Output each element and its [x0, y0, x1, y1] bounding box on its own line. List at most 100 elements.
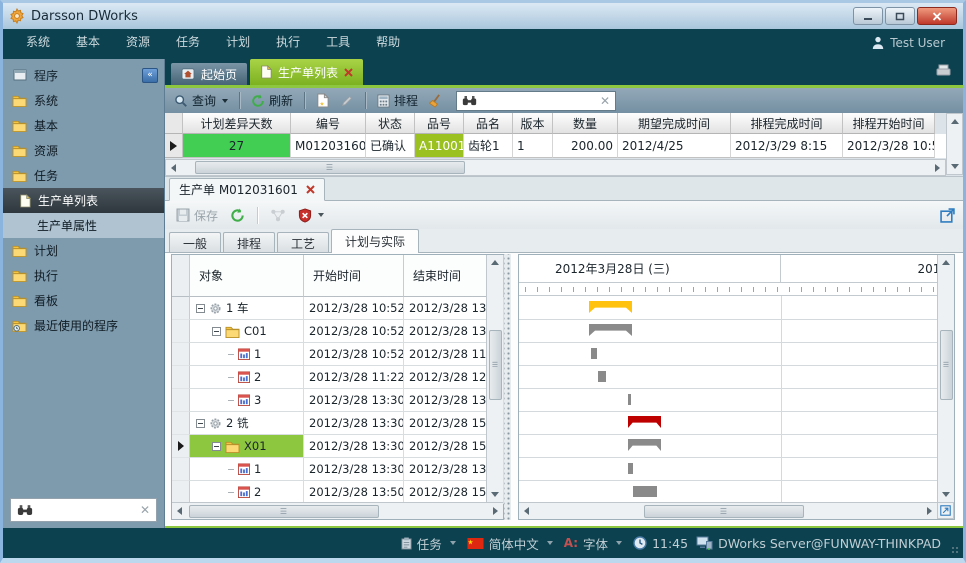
gantt-hscrollbar[interactable]: ☰	[519, 502, 937, 519]
tree-start-cell[interactable]: 2012/3/28 13:30	[304, 389, 404, 412]
sidebar-item-生产单属性[interactable]: 生产单属性	[3, 213, 164, 238]
gantt-bar-task[interactable]	[628, 463, 633, 474]
grid-cell[interactable]: 200.00	[553, 134, 618, 158]
tree-row[interactable]: 22012/3/28 11:222012/3/28 12:00	[172, 366, 486, 389]
toolbar-search-clear-icon[interactable]: ✕	[600, 95, 610, 107]
gantt-vscrollbar[interactable]: ☰	[937, 255, 954, 502]
tree-vscrollbar[interactable]: ☰	[486, 255, 503, 502]
sidebar-item-看板[interactable]: 看板	[3, 288, 164, 313]
column-header-编号[interactable]: 编号	[291, 113, 366, 134]
gantt-bar-task[interactable]	[633, 486, 657, 497]
tree-row[interactable]: C012012/3/28 10:522012/3/28 13:40	[172, 320, 486, 343]
subtab-排程[interactable]: 排程	[223, 232, 275, 253]
grid-cell[interactable]: 27	[183, 134, 291, 158]
tree-object-cell[interactable]: 1	[190, 343, 304, 366]
printer-icon[interactable]	[935, 64, 953, 78]
tree-object-cell[interactable]: 3	[190, 389, 304, 412]
tree-start-cell[interactable]: 2012/3/28 11:22	[304, 366, 404, 389]
tree-column-header-开始时间[interactable]: 开始时间	[304, 255, 404, 297]
gantt-bar-summary[interactable]	[628, 439, 661, 451]
tree-object-cell[interactable]: 1 车	[190, 297, 304, 320]
broom-icon[interactable]	[426, 90, 447, 111]
gantt-bar-summary[interactable]	[628, 416, 661, 428]
collapse-expander-icon[interactable]	[212, 442, 221, 451]
tree-start-cell[interactable]: 2012/3/28 10:52	[304, 343, 404, 366]
gantt-bar-summary[interactable]	[589, 324, 632, 336]
subtab-计划与实际[interactable]: 计划与实际	[331, 229, 419, 253]
column-header-品名[interactable]: 品名	[464, 113, 513, 134]
menu-item-工具[interactable]: 工具	[313, 29, 363, 56]
menu-item-基本[interactable]: 基本	[63, 29, 113, 56]
tab-close-icon[interactable]	[344, 68, 353, 77]
open-external-icon[interactable]	[940, 208, 955, 223]
tree-object-cell[interactable]: 2 铣	[190, 412, 304, 435]
tree-row[interactable]: X012012/3/28 13:302012/3/28 15:40	[172, 435, 486, 458]
column-header-排程开始时间[interactable]: 排程开始时间	[843, 113, 935, 134]
orders-grid-vscrollbar[interactable]	[946, 113, 963, 175]
grid-cell[interactable]: 已确认	[366, 134, 415, 158]
tree-object-cell[interactable]: 2	[190, 481, 304, 504]
tree-object-cell[interactable]: C01	[190, 320, 304, 343]
menu-item-帮助[interactable]: 帮助	[363, 29, 413, 56]
grid-cell[interactable]: 2012/3/29 8:15	[731, 134, 843, 158]
grid-cell[interactable]: 2012/3/28 10:52	[843, 134, 935, 158]
tree-hscrollbar[interactable]: ☰	[172, 502, 503, 519]
grid-cell[interactable]: 1	[513, 134, 553, 158]
tree-start-cell[interactable]: 2012/3/28 10:52	[304, 297, 404, 320]
split-handle[interactable]	[504, 254, 511, 520]
tree-row[interactable]: 32012/3/28 13:302012/3/28 13:40	[172, 389, 486, 412]
maximize-button[interactable]	[885, 7, 915, 25]
new-document-icon[interactable]	[313, 90, 332, 111]
grid-cell[interactable]: A11001	[415, 134, 464, 158]
tree-row[interactable]: 12012/3/28 10:522012/3/28 11:22	[172, 343, 486, 366]
sidebar-collapse-button[interactable]: «	[142, 68, 158, 83]
sidebar-item-计划[interactable]: 计划	[3, 238, 164, 263]
gantt-bar-task[interactable]	[598, 371, 606, 382]
tab-home[interactable]: 起始页	[171, 63, 247, 85]
routing-nodes-icon[interactable]	[267, 205, 289, 226]
sidebar-item-系统[interactable]: 系统	[3, 88, 164, 113]
gantt-popout-icon[interactable]	[937, 502, 954, 519]
subtab-一般[interactable]: 一般	[169, 232, 221, 253]
tree-start-cell[interactable]: 2012/3/28 13:30	[304, 458, 404, 481]
grid-cell[interactable]: 齿轮1	[464, 134, 513, 158]
column-header-期望完成时间[interactable]: 期望完成时间	[618, 113, 731, 134]
gantt-bar-task[interactable]	[591, 348, 597, 359]
sidebar-item-执行[interactable]: 执行	[3, 263, 164, 288]
grid-cell[interactable]: M012031601	[291, 134, 366, 158]
collapse-expander-icon[interactable]	[196, 419, 205, 428]
column-header-数量[interactable]: 数量	[553, 113, 618, 134]
detail-tab-order[interactable]: 生产单 M012031601	[169, 178, 325, 201]
orders-grid-row[interactable]: 27M012031601已确认A11001齿轮11200.002012/4/25…	[165, 134, 946, 158]
tree-start-cell[interactable]: 2012/3/28 10:52	[304, 320, 404, 343]
resize-grip[interactable]	[951, 546, 959, 554]
sidebar-item-基本[interactable]: 基本	[3, 113, 164, 138]
column-header-排程完成时间[interactable]: 排程完成时间	[731, 113, 843, 134]
sidebar-item-生产单列表[interactable]: 生产单列表	[3, 188, 164, 213]
toolbar-search-input[interactable]	[482, 93, 595, 109]
tree-start-cell[interactable]: 2012/3/28 13:30	[304, 435, 404, 458]
tree-object-cell[interactable]: 1	[190, 458, 304, 481]
detail-tab-close-icon[interactable]	[306, 185, 315, 194]
sidebar-item-资源[interactable]: 资源	[3, 138, 164, 163]
schedule-button[interactable]: 排程	[374, 90, 421, 111]
edit-pencil-icon[interactable]	[337, 90, 357, 111]
status-font-menu[interactable]: A: 字体	[564, 534, 625, 553]
column-header-状态[interactable]: 状态	[366, 113, 415, 134]
tree-column-header-对象[interactable]: 对象	[190, 255, 304, 297]
tree-object-cell[interactable]: X01	[190, 435, 304, 458]
grid-cell[interactable]: 2012/4/25	[618, 134, 731, 158]
column-header-品号[interactable]: 品号	[415, 113, 464, 134]
menu-item-执行[interactable]: 执行	[263, 29, 313, 56]
sidebar-item-任务[interactable]: 任务	[3, 163, 164, 188]
tree-row[interactable]: 2 铣2012/3/28 13:302012/3/28 15:40	[172, 412, 486, 435]
subtab-工艺[interactable]: 工艺	[277, 232, 329, 253]
close-button[interactable]	[917, 7, 957, 25]
sidebar-item-最近使用的程序[interactable]: 最近使用的程序	[3, 313, 164, 338]
tree-row[interactable]: 1 车2012/3/28 10:522012/3/28 13:40	[172, 297, 486, 320]
security-shield-button[interactable]	[295, 205, 327, 226]
column-header-计划差异天数[interactable]: 计划差异天数	[183, 113, 291, 134]
refresh-button[interactable]: 刷新	[248, 90, 296, 111]
user-indicator[interactable]: Test User	[872, 36, 953, 50]
menu-item-系统[interactable]: 系统	[13, 29, 63, 56]
